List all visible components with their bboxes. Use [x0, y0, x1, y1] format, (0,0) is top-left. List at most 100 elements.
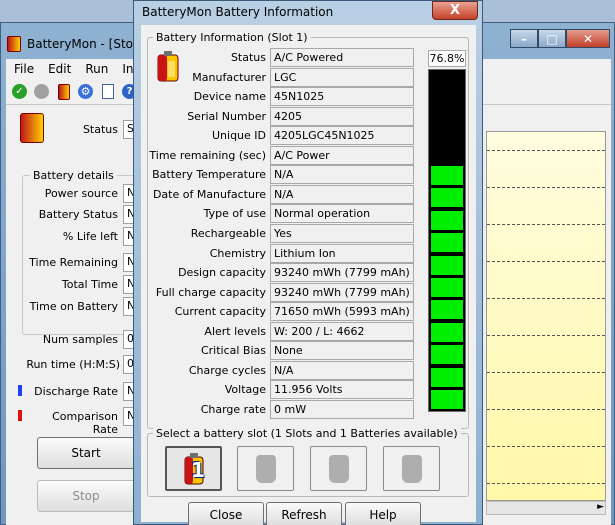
total-time-label: Total Time [61, 278, 118, 291]
close-button[interactable]: Close [188, 502, 264, 525]
info-row-label: Manufacturer [192, 70, 266, 84]
dialog-title: BatteryMon Battery Information [142, 5, 334, 19]
start-button[interactable]: Start [37, 437, 135, 469]
log-tool-button[interactable] [98, 82, 117, 101]
battery-icon [57, 83, 70, 100]
info-row: Battery Temperature N/A [141, 165, 476, 185]
charge-gauge-segment [431, 166, 463, 185]
battery-slot-1[interactable]: 1 [165, 446, 222, 491]
stop-tool-button[interactable] [32, 82, 51, 101]
info-row: Type of use Normal operation [141, 204, 476, 224]
refresh-button[interactable]: Refresh [266, 502, 342, 525]
stop-button[interactable]: Stop [37, 480, 135, 512]
info-row: Chemistry Lithium Ion [141, 243, 476, 263]
battery-info-dialog: BatteryMon Battery Information X Battery… [133, 0, 483, 525]
charge-gauge-segment [431, 390, 463, 409]
settings-tool-button[interactable]: ⚙ [76, 82, 95, 101]
info-row-value: A/C Power [270, 145, 414, 165]
info-row-value: Yes [270, 223, 414, 243]
power-source-label: Power source [44, 187, 118, 200]
empty-battery-icon [328, 454, 349, 483]
info-row-label: Serial Number [187, 109, 266, 123]
close-icon: ✕ [582, 31, 594, 46]
chart-gridline [487, 446, 605, 447]
charge-gauge-segment [431, 345, 463, 365]
info-row-value: 45N1025 [270, 87, 414, 107]
info-row: Device name 45N1025 [141, 87, 476, 107]
battery-slot-4[interactable] [383, 446, 440, 491]
charge-percent: 76.8% [428, 50, 466, 67]
info-row: Design capacity 93240 mWh (7799 mAh) [141, 263, 476, 283]
menu-file[interactable]: File [14, 62, 34, 76]
info-row-label: Chemistry [209, 246, 266, 260]
charge-gauge-segment [431, 210, 463, 230]
info-row-value: 4205LGC45N1025 [270, 126, 414, 146]
info-row: Charge cycles N/A [141, 360, 476, 380]
battery-slot-2[interactable] [237, 446, 294, 491]
battery-information-legend: Battery Information (Slot 1) [153, 31, 311, 44]
info-row: Full charge capacity 93240 mWh (7799 mAh) [141, 282, 476, 302]
run-time-label: Run time (H:M:S) [26, 358, 120, 371]
minimize-button[interactable]: – [510, 29, 538, 48]
main-close-button[interactable]: ✕ [566, 29, 610, 48]
charge-gauge-segment [431, 300, 463, 320]
menu-edit[interactable]: Edit [48, 62, 71, 76]
info-row-value: 0 mW [270, 399, 414, 419]
info-row: Charge rate 0 mW [141, 399, 476, 419]
dialog-close-x-button[interactable]: X [432, 1, 478, 20]
charge-gauge-segment [431, 255, 463, 275]
info-row-value: A/C Powered [270, 48, 414, 67]
chart-gridline [487, 409, 605, 410]
info-row-value: LGC [270, 67, 414, 87]
num-samples-label: Num samples [42, 333, 118, 346]
info-row: Serial Number 4205 [141, 106, 476, 126]
chart-gridline [487, 372, 605, 373]
info-row-label: Status [230, 51, 266, 64]
info-row: Critical Bias None [141, 341, 476, 361]
info-row-label: Voltage [224, 383, 266, 397]
chart-horizontal-scrollbar[interactable]: ► [486, 501, 606, 515]
main-window-title: BatteryMon - [Stop [27, 37, 141, 51]
info-row-label: Date of Manufacture [152, 187, 266, 201]
info-row-value: Lithium Ion [270, 243, 414, 263]
main-battery-icon [20, 113, 44, 143]
chart-gridline [487, 298, 605, 299]
battery-slot-1-number: 1 [191, 458, 205, 482]
minimize-icon: – [521, 31, 527, 46]
chart-gridline [487, 150, 605, 151]
info-row: Unique ID 4205LGC45N1025 [141, 126, 476, 146]
info-row: Current capacity 71650 mWh (5993 mAh) [141, 302, 476, 322]
battery-slot-3[interactable] [310, 446, 367, 491]
info-row: Status A/C Powered [141, 48, 476, 67]
info-row-value: N/A [270, 184, 414, 204]
info-row: Rechargeable Yes [141, 223, 476, 243]
start-tool-button[interactable]: ✓ [10, 82, 29, 101]
chart-gridline [487, 483, 605, 484]
maximize-icon: □ [546, 31, 558, 46]
charge-gauge-segment [431, 322, 463, 342]
chart-gridline [487, 187, 605, 188]
comparison-rate-label: Comparison Rate [52, 410, 118, 436]
menu-run[interactable]: Run [85, 62, 108, 76]
info-row-label: Current capacity [174, 305, 266, 319]
info-row: Date of Manufacture N/A [141, 184, 476, 204]
discharge-rate-label: Discharge Rate [34, 385, 118, 398]
status-label: Status [82, 123, 118, 136]
info-row-label: Battery Temperature [152, 168, 266, 182]
check-icon: ✓ [12, 84, 27, 99]
info-row: Manufacturer LGC [141, 67, 476, 87]
info-row-label: Design capacity [178, 266, 266, 280]
maximize-button[interactable]: □ [538, 29, 566, 48]
info-row-label: Critical Bias [200, 344, 266, 358]
battery-details-legend: Battery details [30, 169, 117, 182]
scroll-right-arrow-icon[interactable]: ► [597, 502, 604, 512]
help-button[interactable]: Help [345, 502, 421, 525]
info-row: Time remaining (sec) A/C Power [141, 145, 476, 165]
close-icon: X [449, 3, 461, 18]
charge-gauge-segment [431, 233, 463, 253]
info-row-label: Alert levels [204, 324, 266, 338]
info-row-label: Charge cycles [188, 363, 266, 377]
dialog-client-area: Battery Information (Slot 1) Status A/C P… [141, 25, 476, 525]
battery-info-tool-button[interactable] [54, 82, 73, 101]
chart-gridline [487, 224, 605, 225]
